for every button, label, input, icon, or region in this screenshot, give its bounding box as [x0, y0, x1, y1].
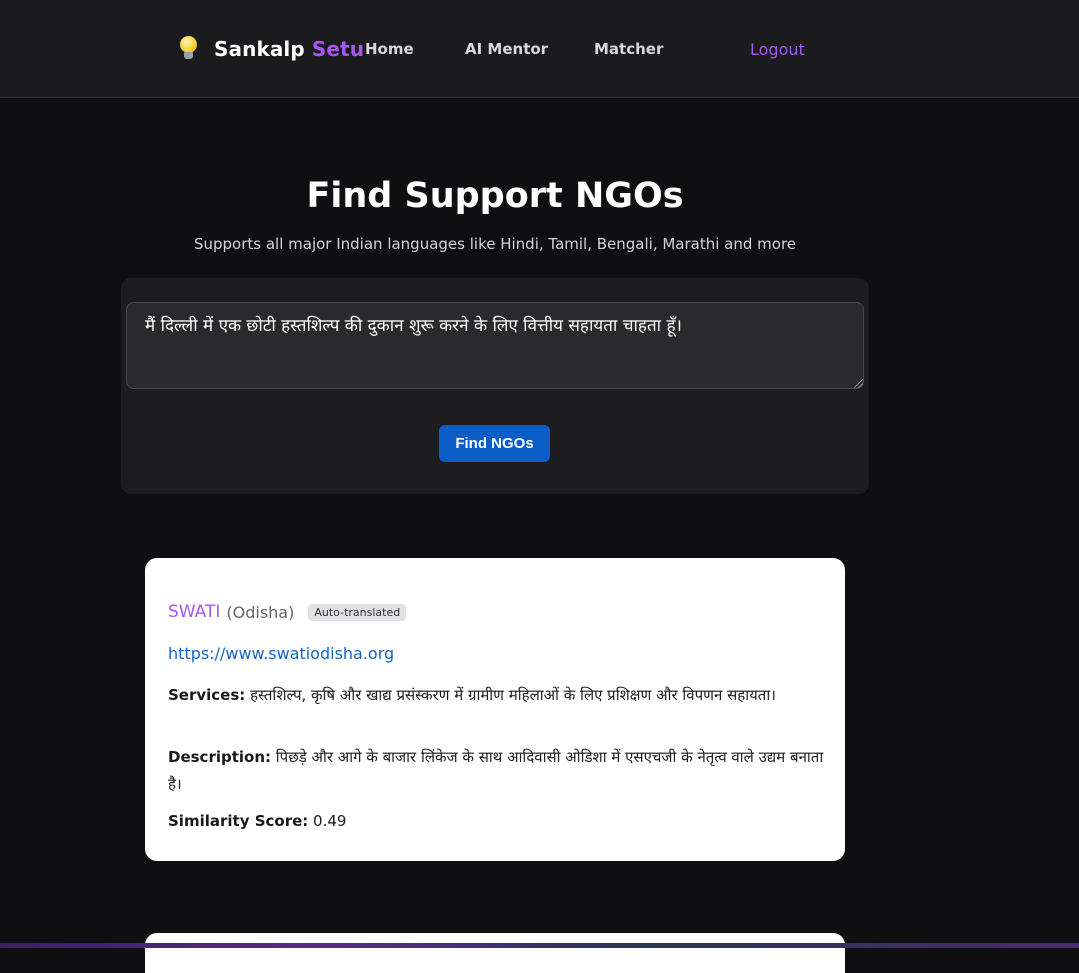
ngo-region: (Odisha) [226, 602, 295, 622]
bottom-edge-strip [0, 943, 1079, 948]
textarea-resize-handle[interactable] [854, 379, 863, 388]
auto-translated-badge: Auto-translated [308, 603, 407, 621]
next-result-card [145, 933, 845, 973]
similarity-field: Similarity Score: 0.49 [168, 808, 828, 835]
lightbulb-icon [177, 36, 201, 62]
description-label: Description: [168, 748, 272, 766]
page-subtitle: Supports all major Indian languages like… [193, 235, 797, 253]
nav-link-home[interactable]: Home [365, 40, 414, 58]
logout-link[interactable]: Logout [750, 40, 805, 59]
ngo-website-link[interactable]: https://www.swatiodisha.org [168, 644, 394, 663]
page-title: Find Support NGOs [306, 176, 684, 216]
query-input[interactable]: मैं दिल्ली में एक छोटी हस्तशिल्प की दुका… [126, 302, 864, 389]
find-ngos-button[interactable]: Find NGOs [439, 425, 550, 462]
similarity-value: 0.49 [313, 812, 347, 830]
services-field: Services: हस्तशिल्प, कृषि और खाद्य प्रसं… [168, 682, 828, 709]
result-card: SWATI (Odisha) Auto-translated https://w… [145, 558, 845, 861]
result-title: SWATI (Odisha) Auto-translated [168, 602, 407, 622]
brand-name-accent: Setu [311, 37, 365, 61]
description-field: Description: पिछड़े और आगे के बाजार लिंक… [168, 744, 828, 798]
search-panel: मैं दिल्ली में एक छोटी हस्तशिल्प की दुका… [121, 278, 869, 494]
similarity-label: Similarity Score: [168, 812, 309, 830]
nav-link-ai-mentor[interactable]: AI Mentor [465, 40, 548, 58]
nav-link-matcher[interactable]: Matcher [594, 40, 663, 58]
ngo-name: SWATI [168, 602, 221, 622]
services-label: Services: [168, 686, 246, 704]
services-value: हस्तशिल्प, कृषि और खाद्य प्रसंस्करण में … [250, 686, 776, 704]
brand-name-main: Sankalp [214, 37, 305, 61]
navbar: Sankalp Setu Home AI Mentor Matcher Logo… [0, 0, 1079, 98]
brand-logo[interactable]: Sankalp Setu [177, 36, 364, 62]
brand-name: Sankalp Setu [214, 37, 364, 61]
